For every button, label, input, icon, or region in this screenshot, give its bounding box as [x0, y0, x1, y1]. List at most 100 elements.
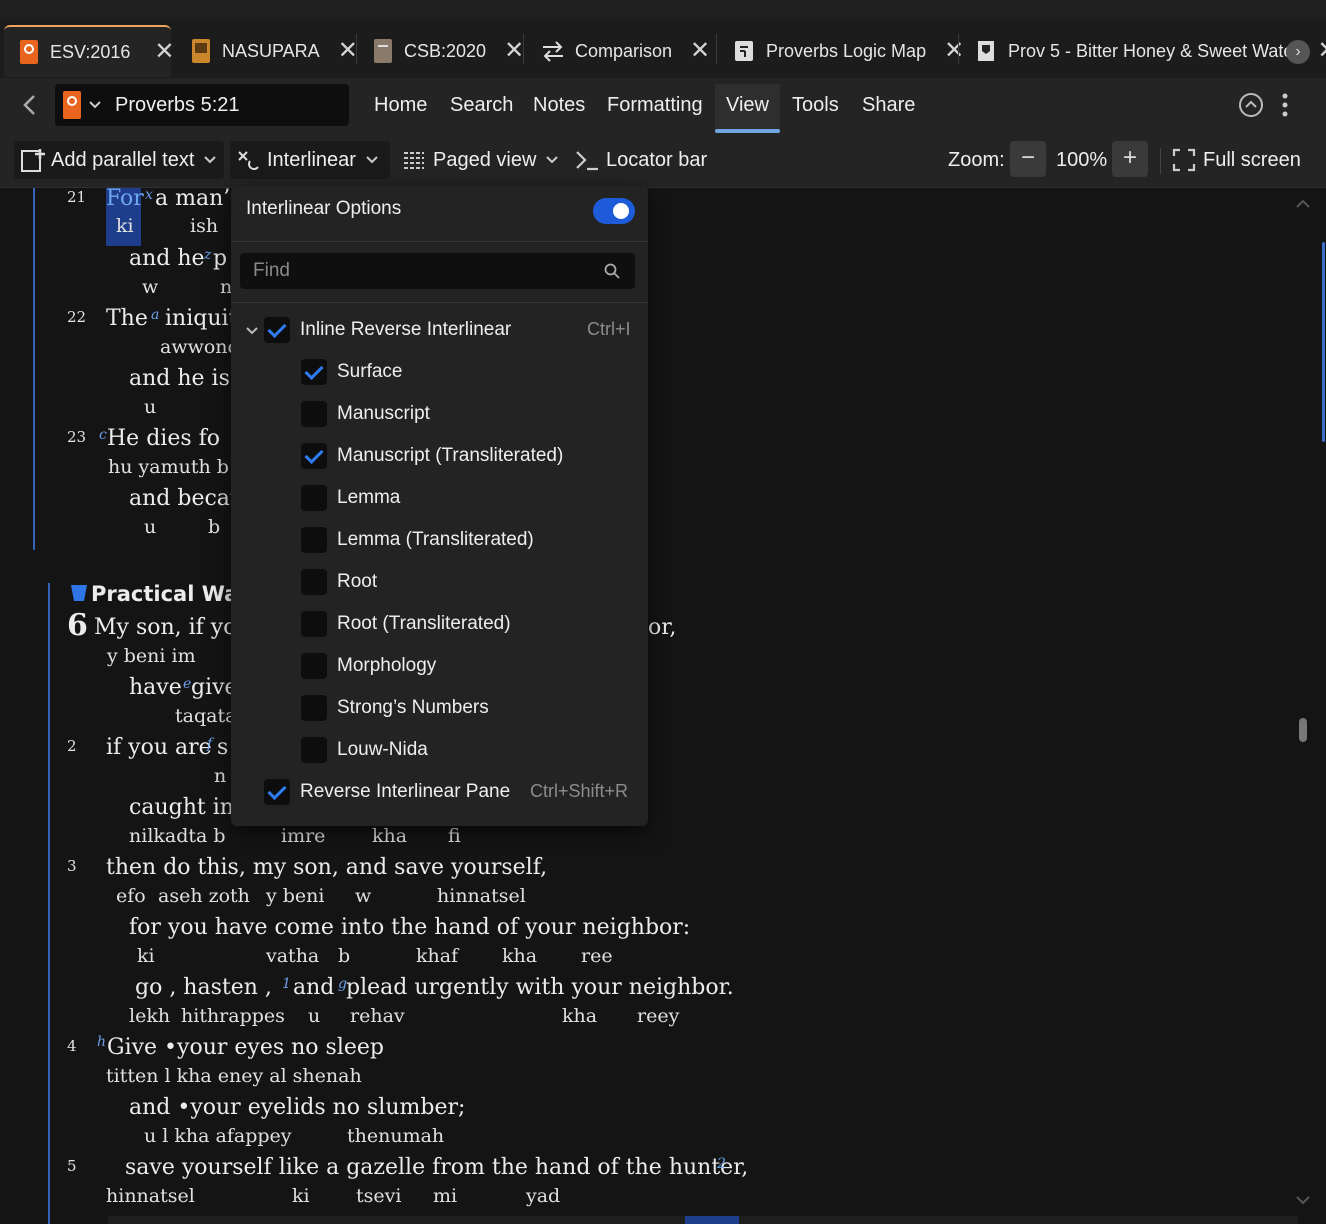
verse-text[interactable]: a man’s — [155, 188, 242, 211]
footnote-marker[interactable]: c — [99, 427, 107, 443]
footnote-marker[interactable]: f — [207, 736, 212, 752]
checkbox-checked[interactable] — [301, 359, 327, 385]
verse-text[interactable]: then do this, my son, and save yourself, — [106, 855, 547, 880]
checkbox[interactable] — [301, 569, 327, 595]
inline-reverse-interlinear-option[interactable]: Inline Reverse Interlinear — [264, 315, 511, 345]
verse-text[interactable]: have — [129, 675, 182, 700]
chevron-down-icon[interactable] — [246, 326, 258, 336]
option-root[interactable]: Root — [301, 567, 377, 597]
close-icon[interactable]: ✕ — [944, 39, 964, 63]
close-icon[interactable]: ✕ — [154, 40, 174, 64]
checkbox-checked[interactable] — [264, 317, 290, 343]
option-lemma-transliterated[interactable]: Lemma (Transliterated) — [301, 525, 534, 555]
more-vertical-icon[interactable] — [1280, 92, 1290, 120]
footnote-marker[interactable]: 1 — [282, 976, 291, 992]
verse-text[interactable]: s — [217, 735, 228, 760]
checkbox[interactable] — [301, 653, 327, 679]
verse-text[interactable]: p — [213, 246, 227, 271]
menu-view[interactable]: View — [715, 84, 780, 133]
checkbox-checked[interactable] — [301, 443, 327, 469]
reverse-interlinear-pane-option[interactable]: Reverse Interlinear Pane — [264, 777, 510, 807]
zoom-label: Zoom: — [948, 148, 1005, 171]
scrollbar-thumb[interactable] — [1299, 718, 1307, 742]
transliteration: lekh — [129, 1005, 171, 1027]
verse-text[interactable]: and becau — [129, 486, 244, 511]
tab-csb[interactable]: CSB:2020 ✕ — [374, 25, 524, 77]
menu-share[interactable]: Share — [862, 84, 915, 133]
option-lemma[interactable]: Lemma — [301, 483, 400, 513]
option-louw-nida[interactable]: Louw-Nida — [301, 735, 428, 765]
verse-text[interactable]: The — [106, 306, 148, 331]
reference-input[interactable]: Proverbs 5:21 — [115, 94, 240, 117]
close-icon[interactable]: ✕ — [338, 39, 358, 63]
horizontal-thumb[interactable] — [685, 1216, 739, 1224]
verse-text[interactable]: save yourself like a gazelle from the ha… — [125, 1155, 748, 1180]
verse-text[interactable]: or, — [648, 615, 676, 640]
tab-scroll-right-icon[interactable]: › — [1286, 40, 1310, 64]
chevron-down-icon[interactable] — [89, 100, 101, 110]
full-screen-button[interactable]: Full screen — [1172, 141, 1301, 179]
interlinear-button[interactable]: Interlinear — [230, 141, 390, 179]
transliteration: u — [308, 1005, 321, 1027]
scroll-up-icon[interactable] — [1295, 196, 1311, 210]
footnote-marker[interactable]: a — [151, 307, 159, 323]
tab-label: NASUPARA — [222, 40, 320, 61]
footnote-marker[interactable]: x — [145, 188, 153, 203]
checkbox[interactable] — [301, 695, 327, 721]
option-surface[interactable]: Surface — [301, 357, 402, 387]
menu-formatting[interactable]: Formatting — [607, 84, 703, 133]
verse-text[interactable]: and •your eyelids no slumber; — [129, 1095, 465, 1120]
tab-comparison[interactable]: Comparison ✕ — [541, 25, 710, 77]
checkbox[interactable] — [301, 737, 327, 763]
menu-tools[interactable]: Tools — [792, 84, 839, 133]
zoom-out-button[interactable]: − — [1010, 141, 1046, 177]
tab-nasupara[interactable]: NASUPARA ✕ — [192, 25, 358, 77]
checkbox[interactable] — [301, 527, 327, 553]
verse-text[interactable]: iniquit — [165, 306, 237, 331]
checkbox[interactable] — [301, 401, 327, 427]
checkbox[interactable] — [301, 485, 327, 511]
checkbox-checked[interactable] — [264, 779, 290, 805]
menu-notes[interactable]: Notes — [533, 84, 585, 133]
locator-bar-button[interactable]: Locator bar — [574, 141, 707, 179]
paged-view-button[interactable]: Paged view — [402, 141, 559, 179]
close-icon[interactable]: ✕ — [504, 39, 524, 63]
find-input[interactable]: Find — [240, 253, 635, 289]
add-parallel-text-button[interactable]: Add parallel text — [14, 141, 224, 179]
back-arrow-icon[interactable] — [22, 94, 38, 116]
verse-text[interactable]: and he — [129, 246, 205, 271]
verse-text[interactable]: caught in — [129, 795, 234, 820]
verse-text[interactable]: if you are — [106, 735, 212, 760]
interlinear-toggle[interactable] — [593, 198, 635, 224]
verse-text[interactable]: for you have come into the hand of your … — [129, 915, 690, 940]
verse-text[interactable]: go , hasten , — [135, 975, 272, 1000]
menu-search[interactable]: Search — [450, 84, 513, 133]
close-icon[interactable]: ✕ — [1317, 39, 1326, 63]
option-strongs-numbers[interactable]: Strong’s Numbers — [301, 693, 489, 723]
tab-logic-map[interactable]: Proverbs Logic Map ✕ — [734, 25, 964, 77]
scroll-down-icon[interactable] — [1295, 1194, 1311, 1208]
option-root-transliterated[interactable]: Root (Transliterated) — [301, 609, 511, 639]
tab-prov5-doc[interactable]: Prov 5 - Bitter Honey & Sweet Water ✕ — [976, 25, 1326, 77]
checkbox[interactable] — [301, 611, 327, 637]
verse-text[interactable]: and — [293, 975, 334, 1000]
verse-text[interactable]: Give •your eyes no sleep — [107, 1035, 384, 1060]
footnote-marker[interactable]: h — [97, 1034, 106, 1050]
footnote-marker[interactable]: z — [204, 247, 211, 263]
footnote-marker[interactable]: 2 — [717, 1156, 726, 1172]
menu-home[interactable]: Home — [374, 84, 427, 133]
option-morphology[interactable]: Morphology — [301, 651, 436, 681]
verse-text[interactable]: He dies fo — [107, 426, 220, 451]
verse-text[interactable]: For — [106, 188, 144, 211]
reference-box[interactable]: Proverbs 5:21 — [55, 84, 349, 126]
verse-text[interactable]: plead urgently with your neighbor. — [346, 975, 734, 1000]
option-manuscript[interactable]: Manuscript — [301, 399, 430, 429]
close-icon[interactable]: ✕ — [690, 39, 710, 63]
verse-text[interactable]: My son, if yo — [94, 615, 236, 640]
option-manuscript-transliterated[interactable]: Manuscript (Transliterated) — [301, 441, 563, 471]
verse-text[interactable]: and he is l — [129, 366, 244, 391]
zoom-in-button[interactable]: + — [1112, 141, 1148, 177]
tab-esv[interactable]: ESV:2016 ✕ — [4, 25, 175, 77]
option-label: Louw-Nida — [337, 739, 428, 760]
collapse-up-icon[interactable] — [1238, 92, 1264, 118]
